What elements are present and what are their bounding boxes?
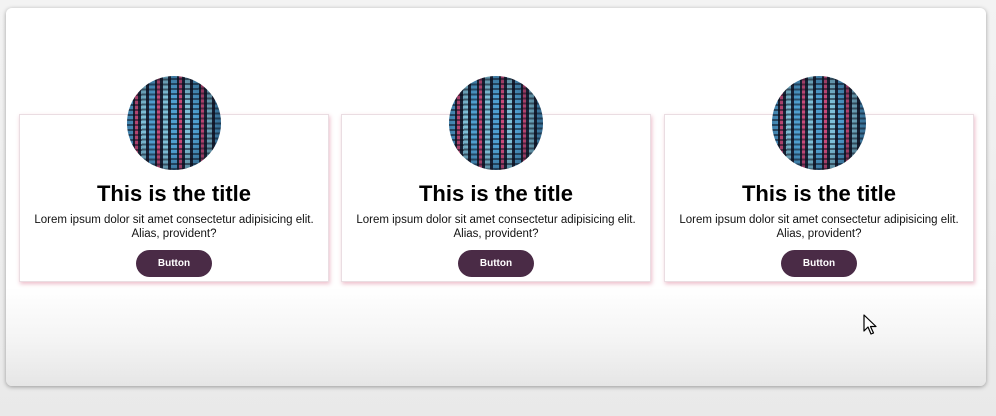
card-1: This is the title Lorem ipsum dolor sit … — [19, 76, 329, 282]
browser-viewport: This is the title Lorem ipsum dolor sit … — [6, 8, 986, 386]
card-button[interactable]: Button — [458, 250, 534, 277]
card-title: This is the title — [96, 181, 252, 206]
card-title: This is the title — [418, 181, 574, 206]
code-image — [127, 76, 221, 170]
card-button[interactable]: Button — [136, 250, 212, 277]
mouse-pointer-icon — [863, 314, 877, 335]
card-button[interactable]: Button — [781, 250, 857, 277]
card-2: This is the title Lorem ipsum dolor sit … — [341, 76, 651, 282]
card-text: Lorem ipsum dolor sit amet consectetur a… — [679, 214, 959, 240]
code-image — [449, 76, 543, 170]
code-image — [772, 76, 866, 170]
card-3: This is the title Lorem ipsum dolor sit … — [664, 76, 974, 282]
card-row: This is the title Lorem ipsum dolor sit … — [19, 76, 974, 282]
card-title: This is the title — [741, 181, 897, 206]
card-text: Lorem ipsum dolor sit amet consectetur a… — [356, 214, 636, 240]
card-text: Lorem ipsum dolor sit amet consectetur a… — [34, 214, 314, 240]
